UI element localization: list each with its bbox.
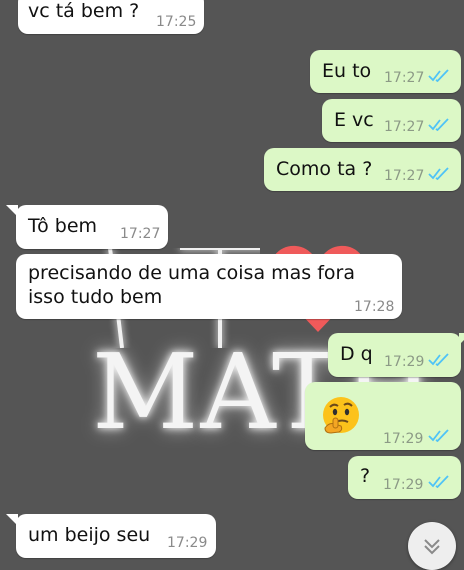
double-check-icon (428, 118, 450, 132)
message-time: 17:28 (354, 299, 395, 315)
message-text: um beijo seu (28, 524, 151, 546)
message-bubble-incoming[interactable]: precisando de uma coisa mas fora isso tu… (16, 254, 402, 319)
scroll-to-bottom-button[interactable] (408, 522, 456, 570)
chevron-double-down-icon (424, 539, 440, 555)
message-text: precisando de uma coisa mas fora isso tu… (28, 262, 355, 308)
message-bubble-outgoing[interactable]: Como ta ? 17:27 (264, 148, 461, 191)
message-bubble-incoming[interactable]: um beijo seu 17:29 (6, 514, 216, 558)
double-check-icon (428, 429, 450, 443)
message-time: 17:27 (120, 226, 161, 242)
message-text: E vc (334, 109, 374, 131)
message-time: 17:29 (383, 477, 424, 493)
message-time: 17:27 (384, 119, 425, 135)
message-bubble-outgoing[interactable]: E vc 17:27 (322, 99, 461, 142)
double-check-icon (428, 475, 450, 489)
message-time: 17:27 (384, 70, 425, 86)
message-bubble-outgoing[interactable]: Eu to 17:27 (310, 50, 461, 93)
message-time: 17:29 (383, 431, 424, 447)
thinking-face-emoji-icon (323, 397, 359, 434)
message-text: Eu to (322, 60, 372, 82)
message-text: Como ta ? (276, 158, 373, 180)
message-bubble-incoming[interactable]: vc tá bem ? 17:25 (18, 0, 204, 34)
message-bubble-outgoing[interactable]: ? 17:29 (348, 456, 461, 499)
message-bubble-outgoing[interactable]: D q 17:29 (328, 333, 464, 377)
double-check-icon (428, 69, 450, 83)
message-bubble-outgoing[interactable]: 17:29 (305, 382, 461, 450)
message-text: ? (360, 465, 371, 487)
double-check-icon (428, 167, 450, 181)
message-time: 17:27 (384, 168, 425, 184)
message-time: 17:25 (156, 14, 197, 30)
double-check-icon (428, 353, 450, 367)
message-time: 17:29 (167, 535, 208, 551)
message-text: D q (340, 343, 373, 365)
message-text: Tô bem (28, 215, 98, 237)
message-bubble-incoming[interactable]: Tô bem 17:27 (6, 205, 168, 249)
message-text: vc tá bem ? (28, 0, 140, 22)
message-time: 17:29 (384, 354, 425, 370)
